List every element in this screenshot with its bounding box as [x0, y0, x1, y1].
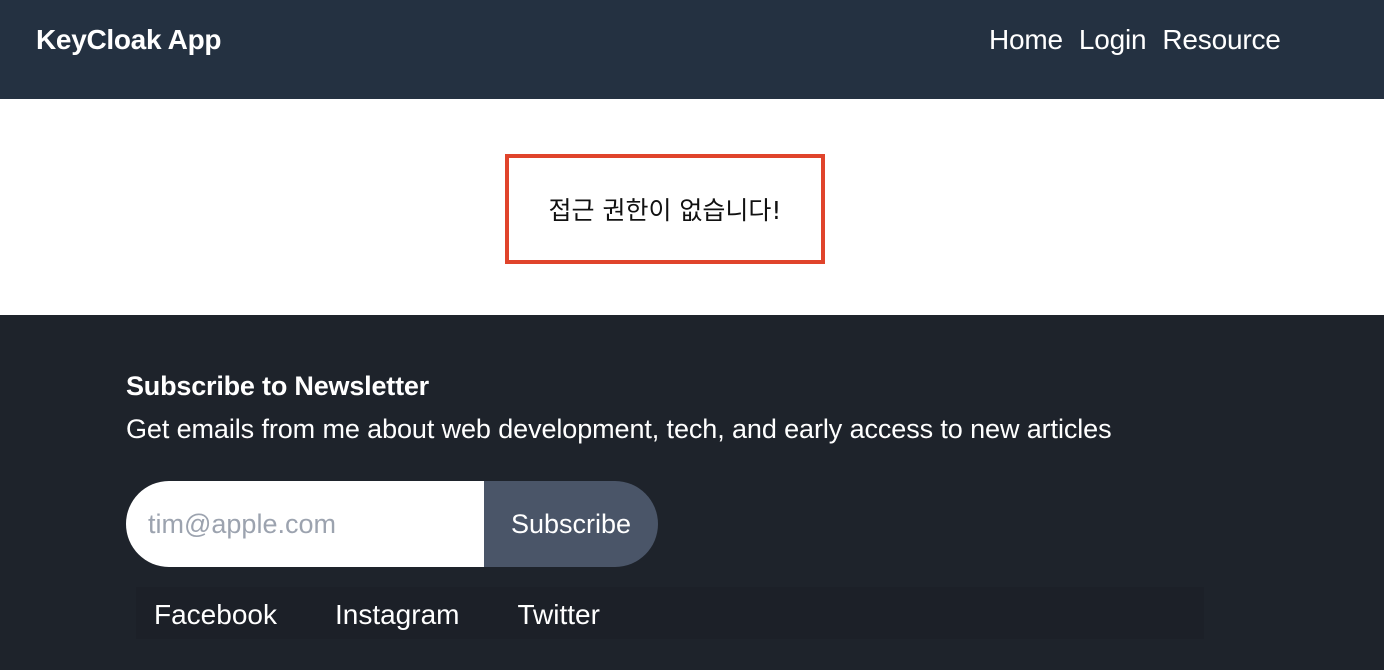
newsletter-section: Subscribe to Newsletter Get emails from …	[126, 371, 1112, 445]
brand-link[interactable]: KeyCloak App	[36, 24, 221, 56]
nav-resource-link[interactable]: Resource	[1162, 24, 1280, 56]
access-denied-message: 접근 권한이 없습니다!	[548, 196, 782, 225]
page-footer: Subscribe to Newsletter Get emails from …	[0, 315, 1384, 670]
top-navbar: KeyCloak App Home Login Resource	[0, 0, 1384, 99]
subscribe-button[interactable]: Subscribe	[484, 481, 658, 567]
social-links: Facebook Instagram Twitter	[154, 599, 658, 631]
newsletter-subtitle: Get emails from me about web development…	[126, 414, 1112, 444]
email-input[interactable]	[126, 481, 484, 567]
main-content: 접근 권한이 없습니다!	[0, 99, 1384, 315]
nav-login-link[interactable]: Login	[1079, 24, 1147, 56]
facebook-link[interactable]: Facebook	[154, 599, 277, 631]
access-denied-notice: 접근 권한이 없습니다!	[505, 154, 825, 264]
instagram-link[interactable]: Instagram	[335, 599, 460, 631]
newsletter-title: Subscribe to Newsletter	[126, 371, 429, 401]
twitter-link[interactable]: Twitter	[517, 599, 599, 631]
nav-home-link[interactable]: Home	[989, 24, 1063, 56]
subscribe-form: Subscribe	[126, 481, 658, 567]
main-nav: Home Login Resource	[989, 24, 1281, 56]
